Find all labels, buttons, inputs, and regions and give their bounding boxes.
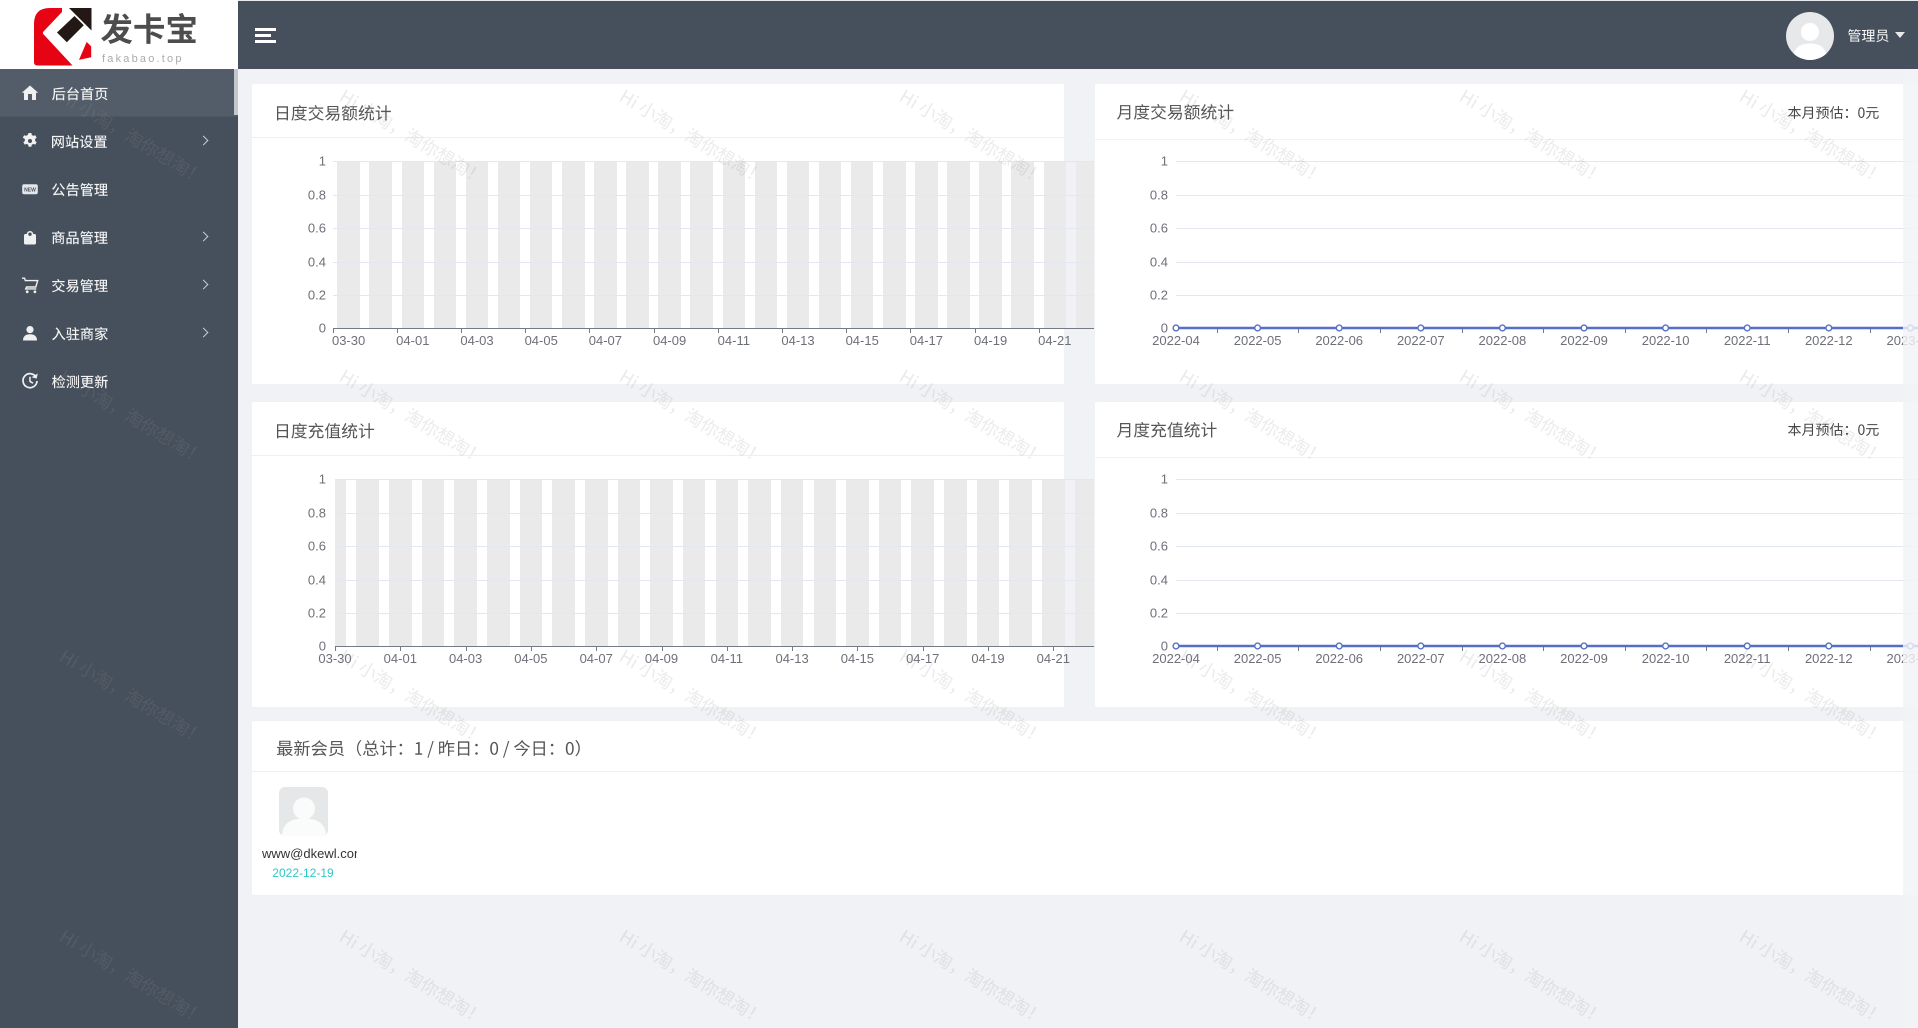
svg-text:NEW: NEW <box>24 188 36 194</box>
